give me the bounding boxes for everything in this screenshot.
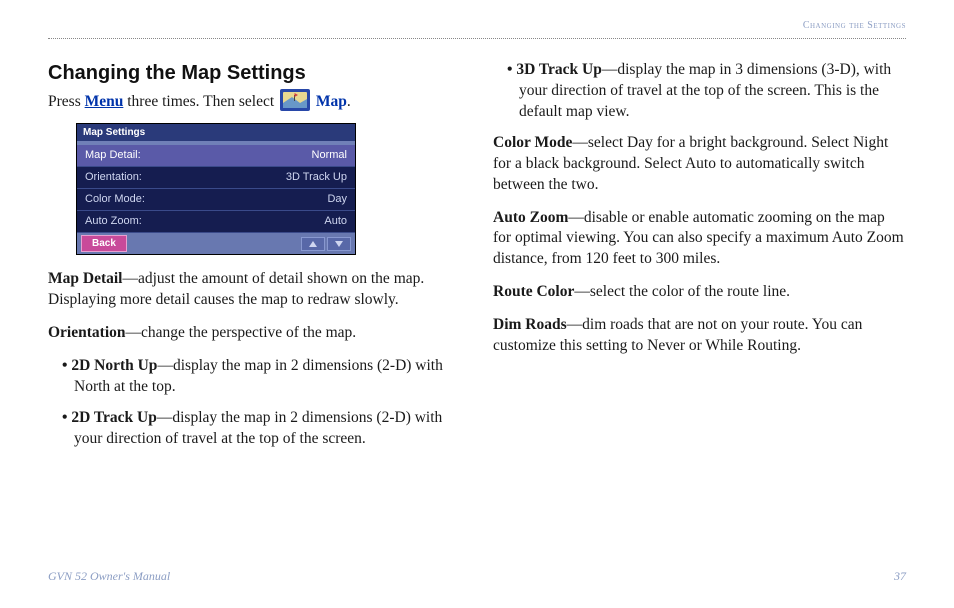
bullet-2d-north-up: 2D North Up—display the map in 2 dimensi…	[62, 356, 461, 398]
ss-label: Auto Zoom:	[85, 214, 142, 229]
ss-value: Day	[327, 192, 347, 207]
ss-label: Map Detail:	[85, 148, 141, 163]
map-icon[interactable]	[280, 89, 310, 111]
term-3d-track: 3D Track Up	[516, 61, 602, 78]
page-footer: GVN 52 Owner's Manual 37	[48, 569, 906, 584]
footer-manual-title: GVN 52 Owner's Manual	[48, 569, 170, 584]
para-auto-zoom: Auto Zoom—disable or enable automatic zo…	[493, 208, 906, 271]
ss-label: Color Mode:	[85, 192, 145, 207]
header-section-label: Changing the Settings	[803, 20, 906, 31]
left-column: Changing the Map Settings Press Menu thr…	[48, 60, 461, 460]
text-route-color: —select the color of the route line.	[574, 283, 790, 300]
ss-value: Normal	[312, 148, 347, 163]
ss-back-button[interactable]: Back	[81, 235, 127, 253]
ss-value: Auto	[324, 214, 347, 229]
intro-suffix: .	[347, 93, 351, 110]
text-orientation: —change the perspective of the map.	[126, 324, 357, 341]
term-2d-track: 2D Track Up	[71, 409, 157, 426]
content-columns: Changing the Map Settings Press Menu thr…	[48, 60, 906, 460]
ss-row-map-detail[interactable]: Map Detail: Normal	[77, 145, 355, 167]
term-auto-zoom: Auto Zoom	[493, 209, 568, 226]
term-color-mode: Color Mode	[493, 134, 572, 151]
para-map-detail: Map Detail—adjust the amount of detail s…	[48, 269, 461, 311]
term-2d-north: 2D North Up	[71, 357, 157, 374]
menu-link[interactable]: Menu	[85, 93, 124, 110]
map-link[interactable]: Map	[316, 93, 347, 110]
ss-label: Orientation:	[85, 170, 142, 185]
scroll-up-button[interactable]	[301, 237, 325, 251]
ss-row-color-mode[interactable]: Color Mode: Day	[77, 189, 355, 211]
para-dim-roads: Dim Roads—dim roads that are not on your…	[493, 315, 906, 357]
right-column: 3D Track Up—display the map in 3 dimensi…	[493, 60, 906, 460]
scroll-down-button[interactable]	[327, 237, 351, 251]
para-color-mode: Color Mode—select Day for a bright backg…	[493, 133, 906, 196]
orientation-bullets: 2D North Up—display the map in 2 dimensi…	[62, 356, 461, 450]
bullet-2d-track-up: 2D Track Up—display the map in 2 dimensi…	[62, 408, 461, 450]
ss-footer: Back	[77, 233, 355, 255]
term-orientation: Orientation	[48, 324, 126, 341]
intro-line: Press Menu three times. Then select Map.	[48, 89, 461, 113]
bullet-3d-track-up: 3D Track Up—display the map in 3 dimensi…	[507, 60, 906, 123]
ss-value: 3D Track Up	[286, 170, 347, 185]
section-title: Changing the Map Settings	[48, 60, 461, 87]
ss-row-orientation[interactable]: Orientation: 3D Track Up	[77, 167, 355, 189]
footer-page-number: 37	[894, 569, 906, 584]
term-dim-roads: Dim Roads	[493, 316, 567, 333]
settings-screenshot: Map Settings Map Detail: Normal Orientat…	[76, 123, 356, 255]
header-divider	[48, 38, 906, 39]
ss-arrow-group	[301, 237, 351, 251]
intro-mid: three times. Then select	[123, 93, 278, 110]
para-route-color: Route Color—select the color of the rout…	[493, 282, 906, 303]
ss-title: Map Settings	[77, 124, 355, 146]
intro-prefix: Press	[48, 93, 85, 110]
term-map-detail: Map Detail	[48, 270, 122, 287]
orientation-bullets-cont: 3D Track Up—display the map in 3 dimensi…	[507, 60, 906, 123]
term-route-color: Route Color	[493, 283, 574, 300]
para-orientation: Orientation—change the perspective of th…	[48, 323, 461, 344]
ss-row-auto-zoom[interactable]: Auto Zoom: Auto	[77, 211, 355, 233]
